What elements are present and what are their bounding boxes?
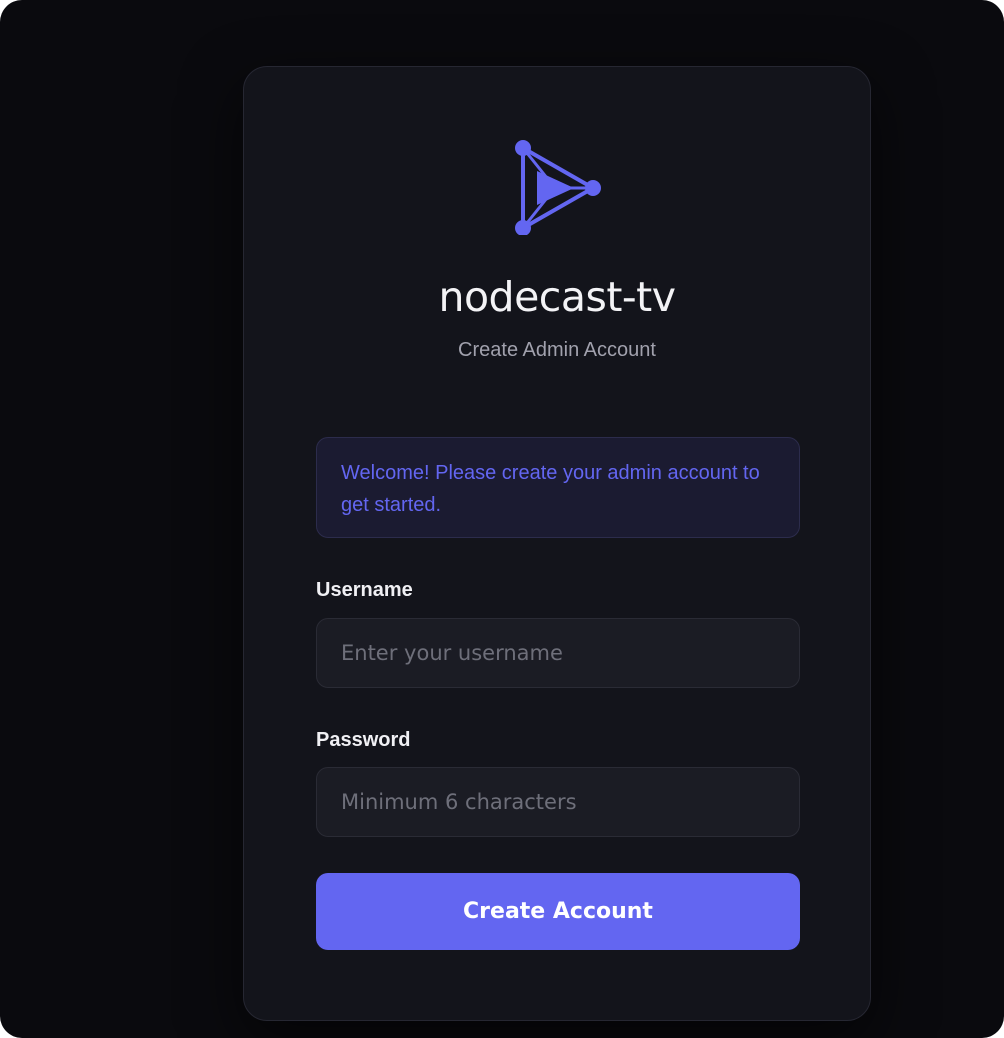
app-title: nodecast-tv: [438, 273, 676, 321]
username-input[interactable]: [316, 618, 800, 688]
password-label: Password: [316, 729, 411, 751]
node-play-icon: [515, 140, 601, 235]
username-label: Username: [316, 579, 413, 601]
create-account-button[interactable]: Create Account: [316, 873, 800, 950]
app-window: nodecast-tv Create Admin Account Welcome…: [0, 0, 1004, 1038]
password-input[interactable]: [316, 767, 800, 837]
welcome-notice: Welcome! Please create your admin accoun…: [316, 437, 800, 538]
page-subtitle: Create Admin Account: [458, 339, 656, 361]
setup-card: nodecast-tv Create Admin Account Welcome…: [243, 66, 871, 1021]
